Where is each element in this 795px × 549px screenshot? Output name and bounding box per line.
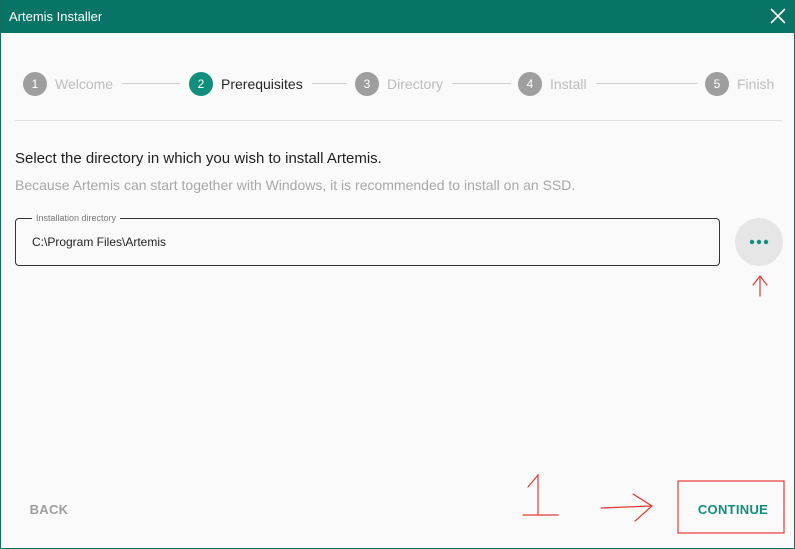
close-icon [770, 8, 786, 24]
step-label: Welcome [55, 76, 114, 92]
step-label: Install [550, 76, 587, 92]
window-title: Artemis Installer [9, 9, 103, 24]
step-label: Directory [387, 76, 444, 92]
step-number: 4 [518, 72, 542, 96]
step-directory: 3 Directory [355, 72, 443, 96]
handwritten-one-annotation [522, 473, 559, 516]
browse-button[interactable] [735, 218, 783, 266]
stepper-divider [15, 120, 782, 121]
more-horizontal-icon [749, 239, 769, 245]
page-subtext: Because Artemis can start together with … [15, 177, 576, 193]
field-label: Installation directory [32, 212, 121, 224]
step-indicator: 1 Welcome 2 Prerequisites 3 Directory 4 … [1, 62, 794, 106]
up-arrow-annotation [752, 275, 768, 297]
page-heading: Select the directory in which you wish t… [15, 150, 382, 167]
step-number: 3 [355, 72, 379, 96]
step-number: 2 [189, 72, 213, 96]
right-arrow-annotation [600, 493, 653, 522]
step-label: Prerequisites [221, 76, 303, 92]
continue-button[interactable]: CONTINUE [685, 496, 781, 524]
installer-window: Artemis Installer 1 Welcome 2 Prerequisi… [0, 0, 795, 549]
step-connector [452, 83, 511, 84]
directory-input[interactable] [32, 233, 692, 251]
step-finish: 5 Finish [705, 72, 774, 96]
close-button[interactable] [760, 0, 794, 33]
step-connector [312, 83, 347, 84]
step-connector [596, 83, 697, 84]
step-welcome: 1 Welcome [23, 72, 113, 96]
title-bar: Artemis Installer [1, 0, 794, 33]
step-number: 5 [705, 72, 729, 96]
installation-directory-field[interactable]: Installation directory [15, 212, 720, 266]
step-connector [122, 83, 180, 84]
step-label: Finish [737, 76, 775, 92]
step-number: 1 [23, 72, 47, 96]
step-install: 4 Install [518, 72, 587, 96]
back-button[interactable]: BACK [21, 496, 77, 524]
step-prerequisites: 2 Prerequisites [189, 72, 303, 96]
